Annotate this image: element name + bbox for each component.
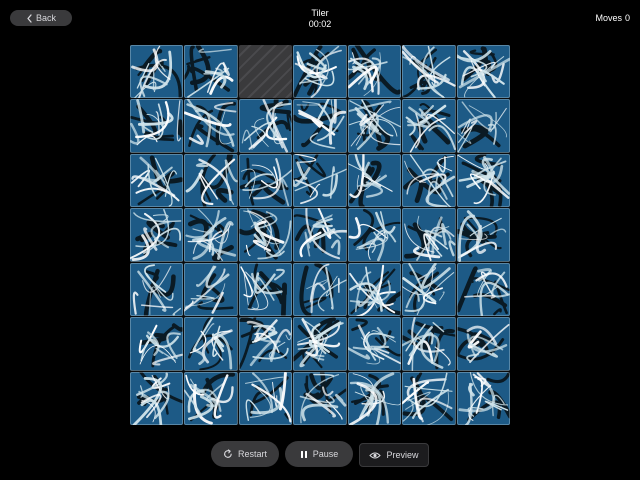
puzzle-tile[interactable]: [293, 317, 347, 371]
puzzle-tile[interactable]: [293, 208, 347, 262]
puzzle-tile[interactable]: [293, 371, 347, 425]
puzzle-tile[interactable]: [130, 99, 184, 153]
puzzle-tile[interactable]: [238, 371, 293, 425]
puzzle-tile[interactable]: [293, 153, 347, 208]
puzzle-tile[interactable]: [456, 208, 510, 262]
puzzle-tile[interactable]: [456, 45, 510, 99]
puzzle-tile[interactable]: [456, 153, 510, 208]
puzzle-tile[interactable]: [347, 371, 402, 425]
moves-label: Moves: [595, 13, 622, 23]
puzzle-tile[interactable]: [402, 45, 456, 99]
puzzle-tile[interactable]: [402, 208, 456, 262]
puzzle-tile[interactable]: [347, 208, 402, 262]
puzzle-tile[interactable]: [130, 262, 184, 317]
puzzle-tile[interactable]: [402, 317, 456, 371]
empty-slot: [238, 45, 293, 99]
puzzle-tile[interactable]: [293, 99, 347, 153]
restart-icon: [223, 449, 233, 459]
puzzle-tile[interactable]: [293, 262, 347, 317]
puzzle-tile[interactable]: [456, 371, 510, 425]
puzzle-tile[interactable]: [238, 317, 293, 371]
puzzle-tile[interactable]: [238, 153, 293, 208]
puzzle-tile[interactable]: [184, 99, 238, 153]
puzzle-tile[interactable]: [184, 317, 238, 371]
puzzle-tile[interactable]: [130, 153, 184, 208]
game-screen: Back Tiler 00:02 Moves 0 Restart Pause P…: [0, 0, 640, 480]
puzzle-tile[interactable]: [456, 317, 510, 371]
puzzle-tile[interactable]: [456, 262, 510, 317]
pause-icon: [300, 450, 308, 459]
puzzle-tile[interactable]: [402, 153, 456, 208]
timer: 00:02: [308, 19, 332, 29]
moves-counter: Moves 0: [595, 13, 630, 23]
puzzle-board: [130, 45, 510, 425]
preview-label: Preview: [386, 450, 419, 460]
control-bar: Restart Pause Preview: [0, 441, 640, 467]
puzzle-tile[interactable]: [130, 317, 184, 371]
puzzle-tile[interactable]: [238, 208, 293, 262]
restart-button[interactable]: Restart: [211, 441, 279, 467]
game-title: Tiler: [311, 8, 329, 18]
puzzle-tile[interactable]: [184, 208, 238, 262]
puzzle-tile[interactable]: [184, 371, 238, 425]
pause-label: Pause: [312, 449, 339, 459]
restart-label: Restart: [237, 449, 267, 459]
moves-count: 0: [624, 13, 630, 23]
puzzle-tile[interactable]: [293, 45, 347, 99]
puzzle-tile[interactable]: [184, 153, 238, 208]
puzzle-tile[interactable]: [456, 99, 510, 153]
puzzle-tile[interactable]: [184, 45, 238, 99]
puzzle-tile[interactable]: [184, 262, 238, 317]
preview-button[interactable]: Preview: [359, 443, 429, 467]
puzzle-tile[interactable]: [347, 45, 402, 99]
puzzle-tile[interactable]: [347, 317, 402, 371]
puzzle-tile[interactable]: [130, 371, 184, 425]
puzzle-tile[interactable]: [402, 99, 456, 153]
eye-icon: [369, 451, 382, 460]
puzzle-tile[interactable]: [347, 153, 402, 208]
puzzle-tile[interactable]: [347, 99, 402, 153]
puzzle-tile[interactable]: [238, 262, 293, 317]
puzzle-tile[interactable]: [402, 371, 456, 425]
puzzle-tile[interactable]: [130, 208, 184, 262]
pause-button[interactable]: Pause: [285, 441, 353, 467]
puzzle-tile[interactable]: [347, 262, 402, 317]
puzzle-tile[interactable]: [238, 99, 293, 153]
puzzle-tile[interactable]: [130, 45, 184, 99]
puzzle-tile[interactable]: [402, 262, 456, 317]
